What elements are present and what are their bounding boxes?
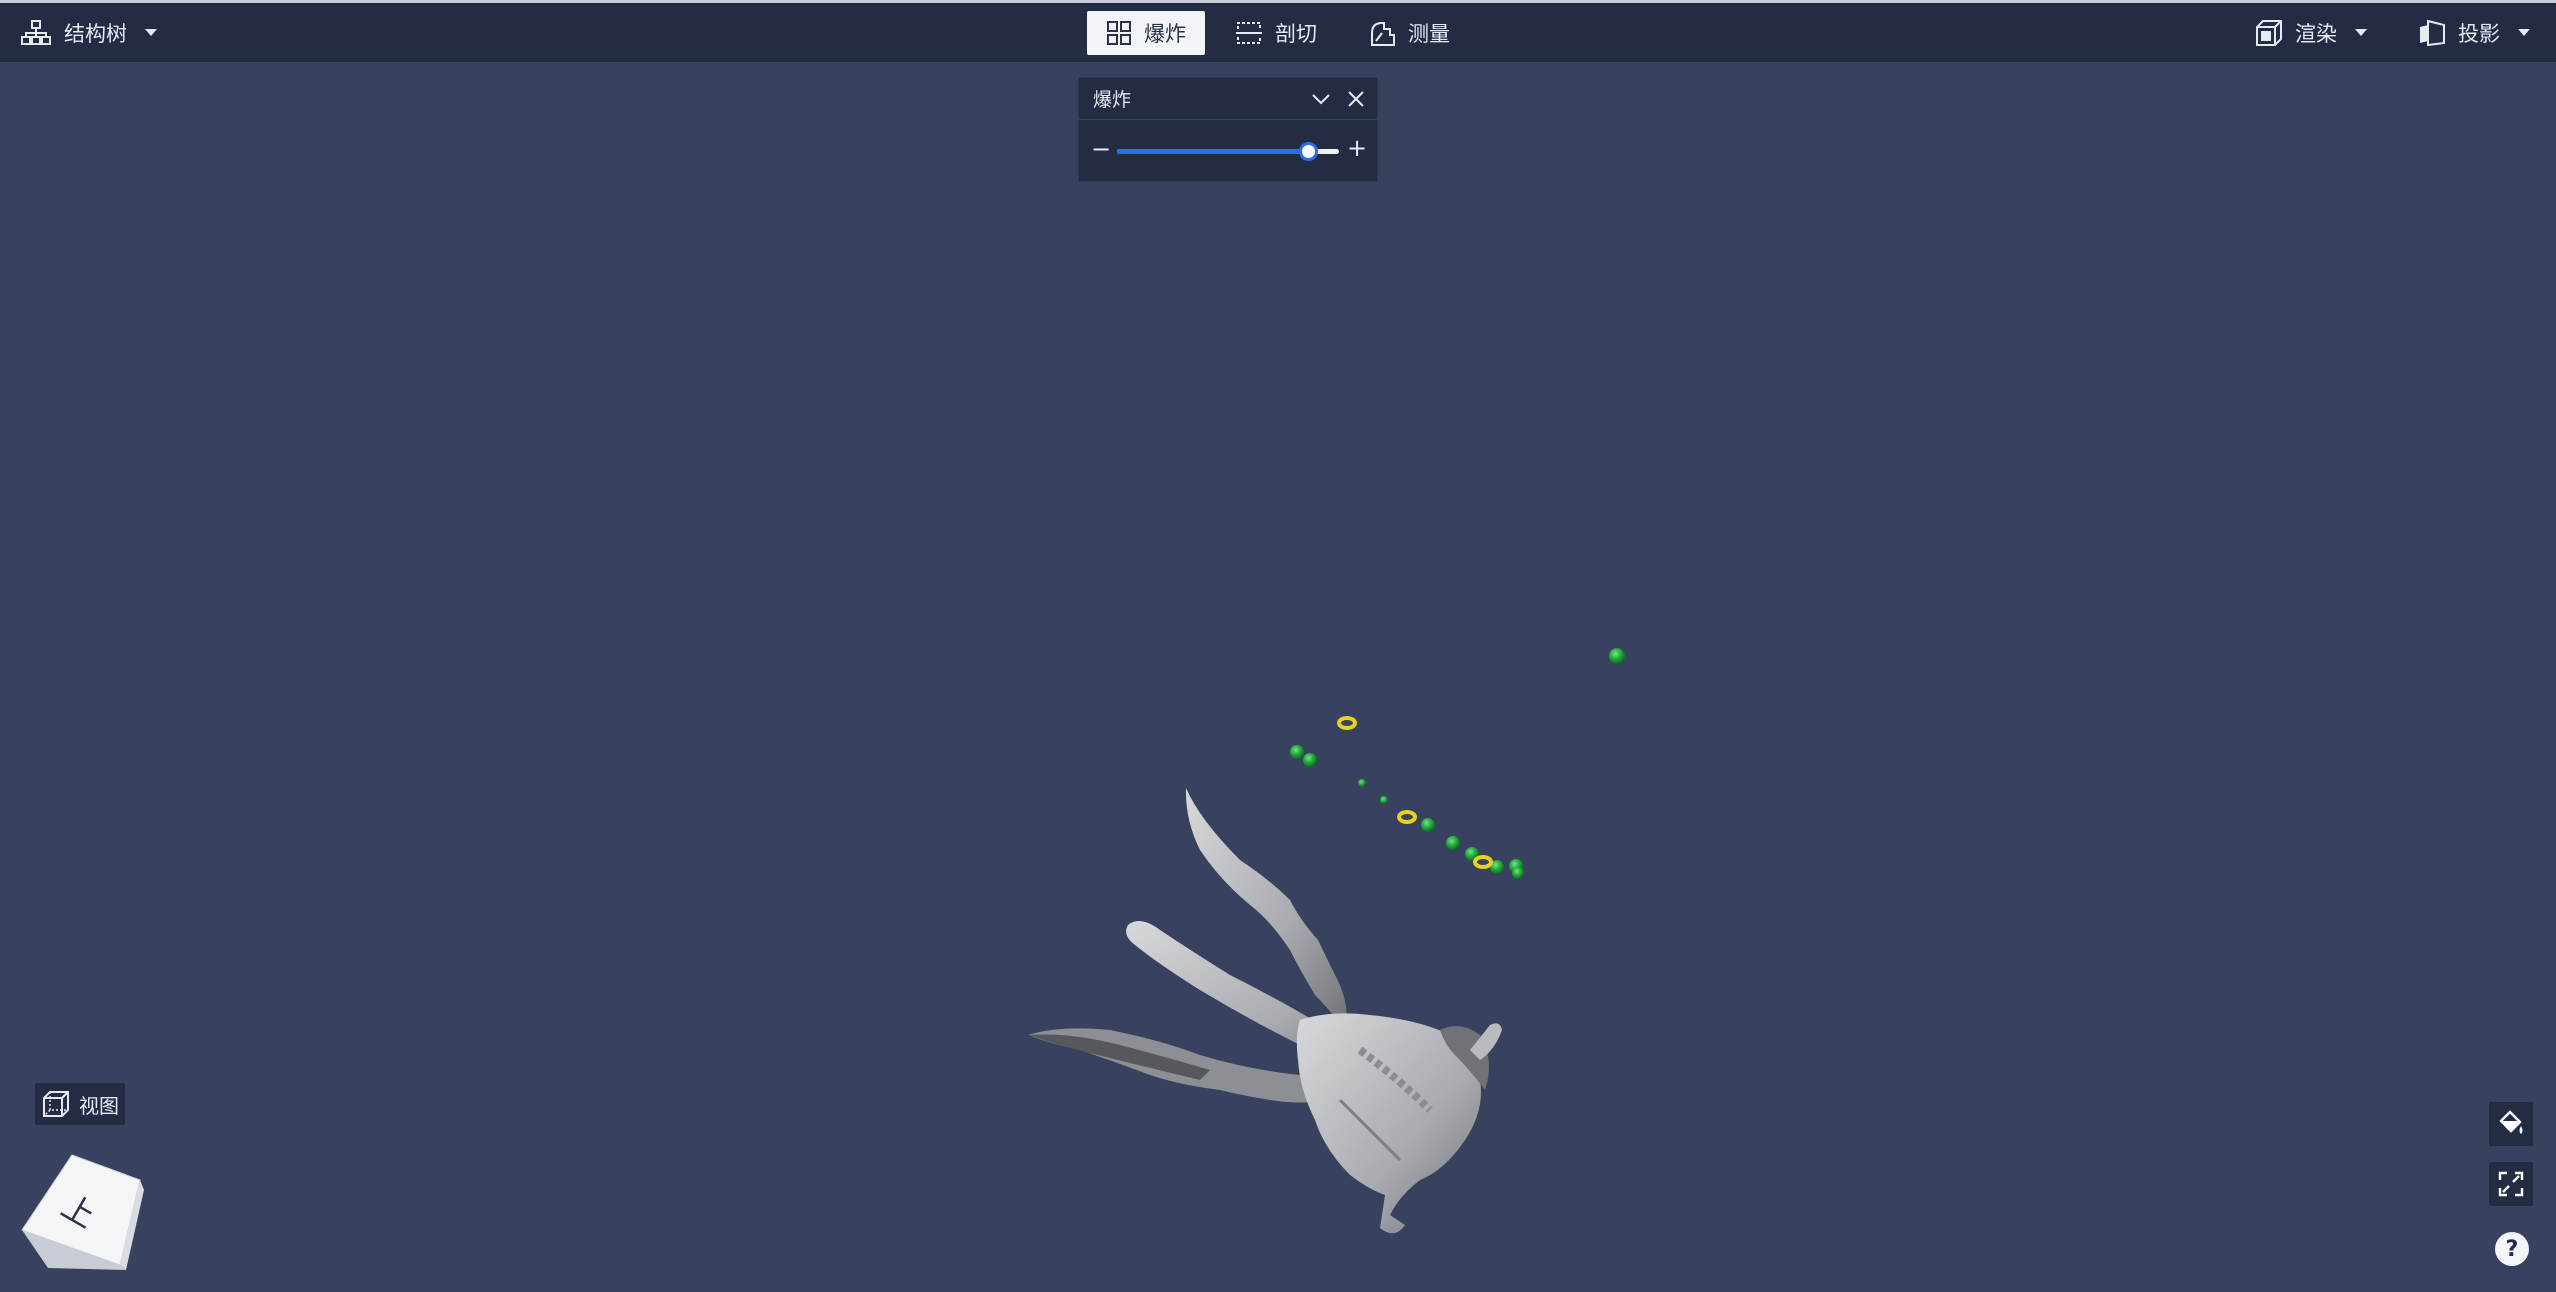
projection-menu[interactable]: 投影	[2418, 3, 2530, 62]
hierarchy-icon	[21, 19, 51, 45]
chevron-down-icon	[2355, 29, 2367, 36]
green-part[interactable]	[1421, 818, 1435, 832]
view-label: 视图	[79, 1093, 119, 1118]
tab-section[interactable]: 剖切	[1235, 3, 1317, 62]
green-part[interactable]	[1512, 867, 1524, 879]
render-label: 渲染	[2295, 21, 2337, 46]
tab-explode[interactable]: 爆炸	[1087, 11, 1205, 55]
section-cut-icon	[1236, 21, 1262, 44]
green-part[interactable]	[1303, 753, 1317, 767]
yellow-ring-part[interactable]	[1337, 716, 1357, 730]
tab-measure[interactable]: 测量	[1368, 3, 1450, 62]
top-toolbar: 结构树 爆炸 剖切 测量 渲染 投影	[0, 0, 2556, 62]
fullscreen-icon	[2498, 1171, 2524, 1197]
green-part[interactable]	[1446, 836, 1460, 850]
projection-icon	[2420, 19, 2445, 46]
render-cube-icon	[2256, 19, 2282, 46]
render-menu[interactable]: 渲染	[2255, 3, 2367, 62]
green-part[interactable]	[1358, 779, 1366, 787]
exploded-parts	[1290, 648, 1625, 879]
bone-model[interactable]	[1028, 788, 1502, 1234]
green-part[interactable]	[1380, 796, 1388, 804]
green-part[interactable]	[1290, 745, 1304, 759]
projection-label: 投影	[2458, 21, 2500, 46]
paint-button[interactable]	[2489, 1102, 2533, 1146]
fullscreen-button[interactable]	[2489, 1162, 2533, 1206]
yellow-ring-part[interactable]	[1397, 810, 1417, 824]
wireframe-cube-icon	[43, 1091, 69, 1117]
yellow-ring-part[interactable]	[1473, 855, 1493, 869]
view-cube[interactable]: 上	[20, 1150, 160, 1290]
explode-grid-icon	[1107, 21, 1131, 45]
view-button[interactable]: 视图	[35, 1083, 125, 1125]
help-button[interactable]: ?	[2495, 1232, 2529, 1266]
structure-tree-label: 结构树	[64, 21, 127, 46]
structure-tree-menu[interactable]: 结构树	[20, 3, 157, 62]
tab-explode-label: 爆炸	[1144, 22, 1186, 46]
measure-icon	[1371, 21, 1395, 46]
tab-measure-label: 测量	[1408, 21, 1450, 46]
chevron-down-icon	[145, 29, 157, 36]
green-part[interactable]	[1609, 648, 1625, 664]
chevron-down-icon	[2518, 29, 2530, 36]
model-viewport[interactable]	[0, 62, 2556, 1292]
paint-bucket-icon	[2499, 1110, 2523, 1134]
tab-section-label: 剖切	[1275, 21, 1317, 46]
